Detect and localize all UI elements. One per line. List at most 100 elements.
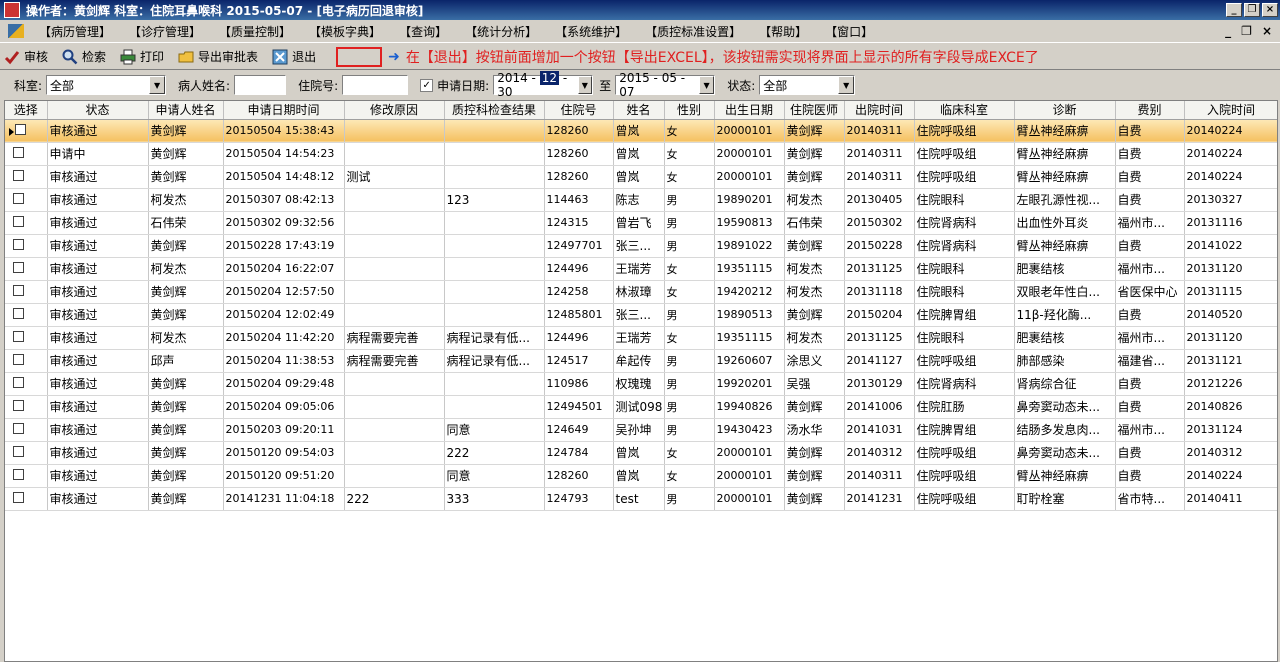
row-checkbox[interactable]	[13, 422, 24, 434]
select-cell[interactable]	[5, 464, 48, 488]
row-checkbox[interactable]	[13, 445, 24, 457]
table-row[interactable]: 审核通过 黄剑辉 20150204 09:05:06 12494501 测试098 男 19…	[5, 395, 1277, 419]
row-checkbox[interactable]	[13, 468, 24, 480]
table-row[interactable]: 审核通过 黄剑辉 20150120 09:51:20 同意 128260 曾岚女 20000…	[5, 464, 1277, 488]
table-row[interactable]: 审核通过 黄剑辉 20150203 09:20:11 同意 124649 吴孙坤男 1943…	[5, 418, 1277, 442]
table-row[interactable]: 审核通过 黄剑辉 20150228 17:43:19 12497701 张三... 男 19…	[5, 234, 1277, 258]
column-header[interactable]: 质控科检查结果	[444, 101, 545, 120]
select-cell[interactable]	[5, 119, 48, 143]
table-row[interactable]: 审核通过 邱声 20150204 11:38:53 病程需要完善 病程记录有低... 12…	[5, 349, 1277, 373]
row-checkbox[interactable]	[13, 307, 24, 319]
select-cell[interactable]	[5, 165, 48, 189]
row-checkbox[interactable]	[13, 146, 24, 158]
chevron-down-icon[interactable]: ▼	[699, 76, 715, 94]
row-checkbox[interactable]	[13, 215, 24, 227]
column-header[interactable]: 状态	[47, 101, 149, 120]
table-row[interactable]: 审核通过 柯发杰 20150307 08:42:13 123 114463 陈志男 1989…	[5, 188, 1277, 212]
column-header[interactable]: 申请人姓名	[148, 101, 224, 120]
column-header[interactable]: 入院时间	[1184, 101, 1277, 120]
select-cell[interactable]	[5, 418, 48, 442]
date-filter-checkbox[interactable]: ✓	[420, 78, 434, 92]
select-cell[interactable]	[5, 303, 48, 327]
menu-treatment[interactable]: 【诊疗管理】	[120, 23, 210, 40]
table-row[interactable]: 审核通过 石伟荣 20150302 09:32:56 124315 曾岩飞男 195908…	[5, 211, 1277, 235]
chevron-down-icon[interactable]: ▼	[577, 76, 593, 94]
select-cell[interactable]	[5, 349, 48, 373]
select-cell[interactable]	[5, 372, 48, 396]
select-cell[interactable]	[5, 257, 48, 281]
chevron-down-icon[interactable]: ▼	[838, 76, 855, 94]
table-row[interactable]: 审核通过 黄剑辉 20150204 12:57:50 124258 林淑璋女 194202…	[5, 280, 1277, 304]
patient-name-input[interactable]	[234, 75, 287, 95]
print-button[interactable]: 打印	[120, 48, 164, 65]
menu-medical-records[interactable]: 【病历管理】	[30, 23, 120, 40]
table-row[interactable]: 审核通过 黄剑辉 20150120 09:54:03 222 124784 曾岚女 2000…	[5, 441, 1277, 465]
row-checkbox[interactable]	[13, 284, 24, 296]
select-cell[interactable]	[5, 395, 48, 419]
mdi-minimize-button[interactable]: _	[1225, 24, 1231, 38]
minimize-button[interactable]: _	[1226, 3, 1242, 17]
table-row[interactable]: 审核通过 黄剑辉 20150504 14:48:12 测试 128260 曾岚女 20000…	[5, 165, 1277, 189]
status-select[interactable]: 全部 ▼	[759, 75, 856, 95]
select-cell[interactable]	[5, 326, 48, 350]
column-header[interactable]: 出院时间	[844, 101, 915, 120]
menu-template-dict[interactable]: 【模板字典】	[300, 23, 390, 40]
column-header[interactable]: 性别	[664, 101, 715, 120]
select-cell[interactable]	[5, 234, 48, 258]
app-menu-icon[interactable]	[8, 24, 24, 38]
row-checkbox[interactable]	[13, 353, 24, 365]
table-row[interactable]: 审核通过 黄剑辉 20150504 15:38:43 128260 曾岚女 2000010…	[5, 119, 1277, 143]
menu-qc-standard[interactable]: 【质控标准设置】	[636, 23, 750, 40]
table-row[interactable]: 审核通过 黄剑辉 20150204 12:02:49 12485801 张三... 男 19…	[5, 303, 1277, 327]
row-checkbox[interactable]	[13, 169, 24, 181]
row-checkbox[interactable]	[13, 491, 24, 503]
row-checkbox[interactable]	[13, 238, 24, 250]
search-button[interactable]: 检索	[62, 48, 106, 65]
exit-button[interactable]: 退出	[272, 48, 316, 65]
table-row[interactable]: 申请中 黄剑辉 20150504 14:54:23 128260 曾岚女 20000101…	[5, 142, 1277, 166]
column-header[interactable]: 住院号	[544, 101, 614, 120]
menu-window[interactable]: 【窗口】	[816, 23, 882, 40]
restore-button[interactable]: ❐	[1244, 3, 1260, 17]
column-header[interactable]: 临床科室	[914, 101, 1015, 120]
table-row[interactable]: 审核通过 黄剑辉 20150204 09:29:48 110986 权瑰瑰男 199202…	[5, 372, 1277, 396]
row-checkbox[interactable]	[13, 376, 24, 388]
column-header[interactable]: 出生日期	[714, 101, 785, 120]
table-row[interactable]: 审核通过 黄剑辉 20141231 11:04:18 222 333 124793 test…	[5, 487, 1277, 511]
column-header[interactable]: 申请日期时间	[223, 101, 345, 120]
table-row[interactable]: 审核通过 柯发杰 20150204 11:42:20 病程需要完善 病程记录有低... 1…	[5, 326, 1277, 350]
menu-help[interactable]: 【帮助】	[750, 23, 816, 40]
row-checkbox[interactable]	[13, 330, 24, 342]
date-to-picker[interactable]: 2015 - 05 - 07 ▼	[615, 71, 716, 99]
column-header[interactable]: 住院医师	[784, 101, 845, 120]
approve-button[interactable]: 审核	[4, 48, 48, 65]
select-cell[interactable]	[5, 441, 48, 465]
column-header[interactable]: 费别	[1115, 101, 1185, 120]
mdi-close-button[interactable]: ×	[1262, 24, 1272, 38]
select-cell[interactable]	[5, 142, 48, 166]
column-header[interactable]: 诊断	[1014, 101, 1116, 120]
inpatient-no-input[interactable]	[342, 75, 409, 95]
menu-quality-control[interactable]: 【质量控制】	[210, 23, 300, 40]
mdi-restore-button[interactable]: ❐	[1241, 24, 1252, 38]
select-cell[interactable]	[5, 211, 48, 235]
column-header[interactable]: 修改原因	[344, 101, 445, 120]
table-row[interactable]: 审核通过 柯发杰 20150204 16:22:07 124496 王瑞芳女 193511…	[5, 257, 1277, 281]
row-checkbox[interactable]	[13, 399, 24, 411]
row-checkbox[interactable]	[15, 123, 26, 135]
row-checkbox[interactable]	[13, 261, 24, 273]
menu-system[interactable]: 【系统维护】	[546, 23, 636, 40]
select-cell[interactable]	[5, 487, 48, 511]
chevron-down-icon[interactable]: ▼	[149, 76, 166, 94]
select-cell[interactable]	[5, 188, 48, 212]
date-from-picker[interactable]: 2014 - 12 - 30 ▼	[493, 71, 594, 99]
dept-select[interactable]: 全部 ▼	[46, 75, 167, 95]
menu-statistics[interactable]: 【统计分析】	[456, 23, 546, 40]
row-checkbox[interactable]	[13, 192, 24, 204]
export-approval-button[interactable]: 导出审批表	[178, 48, 258, 65]
column-header[interactable]: 选择	[5, 101, 48, 120]
column-header[interactable]: 姓名	[613, 101, 665, 120]
menu-query[interactable]: 【查询】	[390, 23, 456, 40]
close-button[interactable]: ×	[1262, 3, 1278, 17]
select-cell[interactable]	[5, 280, 48, 304]
